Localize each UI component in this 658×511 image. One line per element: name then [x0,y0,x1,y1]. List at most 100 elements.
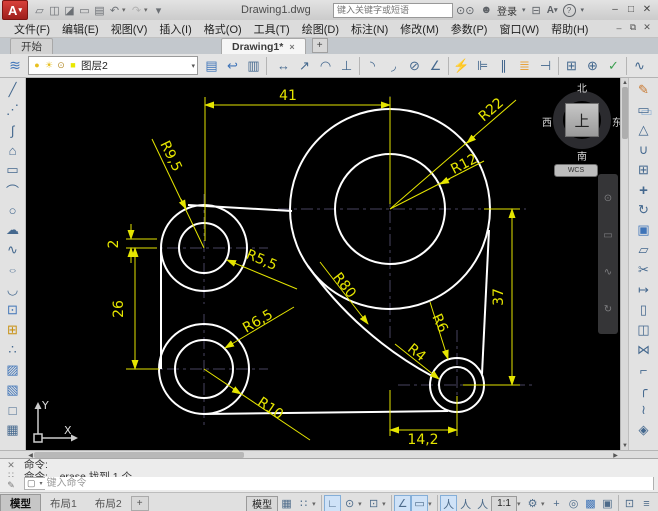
circle-tool[interactable]: ○ [2,200,24,220]
object-snap-toggle[interactable]: ⊡ [365,495,382,511]
quick-dimension-button[interactable]: ⚡ [451,56,472,76]
stretch-tool[interactable]: ▱ [633,240,655,260]
menu-format[interactable]: 格式(O) [198,21,248,37]
gradient-tool[interactable]: ▧ [2,380,24,400]
polar-tracking-toggle[interactable]: ⊙ [341,495,358,511]
sign-in-caret-icon[interactable]: ▾ [519,2,529,18]
annotation-scale-value[interactable]: 1:1 [491,495,517,511]
viewcube-west[interactable]: 西 [540,114,554,129]
layer-properties-button[interactable]: ▤ [201,56,222,76]
model-paper-toggle[interactable]: 模型 [246,495,279,511]
ellipse-arc-tool[interactable]: ◡ [2,280,24,300]
application-menu-button[interactable]: A ▾ [2,0,28,20]
hardware-acceleration-button[interactable]: ▩ [582,495,599,511]
polar-tracking-toggle-caret-icon[interactable]: ▾ [358,494,365,511]
dim-continue-button[interactable]: ∥ [493,56,514,76]
orbit-icon[interactable]: ↻ [598,300,619,320]
dim-inspect-button[interactable]: ✓ [603,56,624,76]
vertical-scrollbar[interactable]: ▲ ▼ [620,78,628,450]
tab-drawing1[interactable]: Drawing1* × [221,38,306,54]
dim-aligned-button[interactable]: ↗ [294,56,315,76]
new-sheet-button[interactable]: ▭ [77,2,92,18]
exchange-apps-icon[interactable]: A ▾ [544,2,561,18]
region-tool[interactable]: □ [2,400,24,420]
new-drawing-tab-button[interactable]: + [311,38,328,53]
erase-tool[interactable]: ✎ [633,80,655,100]
insert-block-tool[interactable]: ⊡ [2,300,24,320]
menu-draw[interactable]: 绘图(D) [296,21,345,37]
grid-display-toggle[interactable]: ▦ [278,495,295,511]
command-input-row[interactable]: ▢ ▾ [24,477,654,490]
command-customize-icon[interactable]: ▢ [25,478,38,489]
chevron-down-icon[interactable]: ▾ [38,480,45,487]
dim-linear-button[interactable]: ↔ [273,56,294,76]
move-tool[interactable]: + [633,180,655,200]
help-caret-icon[interactable]: ▾ [578,2,588,18]
undo-button[interactable]: ↶ [107,2,122,18]
snap-mode-toggle-caret-icon[interactable]: ▾ [312,494,319,511]
qat-customize-button[interactable]: ▾ [151,2,166,18]
ortho-mode-toggle[interactable]: ∟ [324,495,342,511]
search-input[interactable] [333,2,453,18]
isolate-objects-button[interactable]: ◎ [565,495,582,511]
help-icon[interactable]: ? [562,3,576,17]
save-button[interactable]: ◫ [47,2,62,18]
zoom-icon[interactable]: ∿ [598,263,619,283]
vertical-scroll-thumb[interactable] [622,87,628,139]
wcs-button[interactable]: WCS [554,164,598,177]
center-mark-button[interactable]: ⊕ [582,56,603,76]
sign-in-button[interactable]: 登录 [495,3,519,18]
doc-restore-button[interactable]: ⧉ [626,21,640,34]
close-button[interactable]: ✕ [639,2,655,16]
point-tool[interactable]: ∴ [2,340,24,360]
tab-layout2[interactable]: 布局2 [86,495,131,511]
layer-freeze-icon[interactable]: ☀ [43,59,55,73]
arc-tool[interactable]: ⌒ [2,180,24,200]
dim-break-button[interactable]: ⊣ [535,56,556,76]
menu-modify[interactable]: 修改(M) [394,21,445,37]
dim-ordinate-button[interactable]: ⊥ [336,56,357,76]
layer-panel-icon[interactable]: ≋ [2,56,28,76]
dim-angular-button[interactable]: ∠ [425,56,446,76]
tab-model[interactable]: 模型 [0,494,41,511]
layer-lock-icon[interactable]: ⊙ [55,59,67,73]
offset-tool[interactable]: ∪ [633,140,655,160]
dim-baseline-button[interactable]: ⊫ [472,56,493,76]
menu-dimension[interactable]: 标注(N) [345,21,394,37]
copy-tool[interactable]: ▭ [633,100,655,120]
polyline-tool[interactable]: ∫ [2,120,24,140]
command-grip-icon[interactable]: ∷ [8,470,14,480]
search-icon[interactable]: ⊙⊙ [453,2,477,18]
table-tool[interactable]: ▦ [2,420,24,440]
mirror-tool[interactable]: △ [633,120,655,140]
doc-minimize-button[interactable]: – [612,21,626,34]
revision-cloud-tool[interactable]: ☁ [2,220,24,240]
drawing-canvas[interactable]: 41 R22 R12 R9,5 R5,5 2 26 R6,5 R80 R6 R4… [26,78,620,450]
menu-insert[interactable]: 插入(I) [153,21,197,37]
viewcube-east[interactable]: 东 [610,114,620,129]
clean-screen-button[interactable]: ▣ [599,495,616,511]
horizontal-scrollbar[interactable]: ◀ ▶ [0,450,658,459]
join-tool[interactable]: ⋈ [633,340,655,360]
blend-curves-tool[interactable]: ≀ [633,400,655,420]
spline-tool[interactable]: ∿ [2,240,24,260]
viewcube-south[interactable]: 南 [575,148,589,163]
doc-close-button[interactable]: ✕ [640,21,654,34]
dim-radius-button[interactable]: ◝ [362,56,383,76]
tab-start[interactable]: 开始 [10,38,53,54]
dim-jog-line-button[interactable]: ∿ [629,56,650,76]
annotation-scale-button[interactable]: 人 [474,495,491,511]
menu-tools[interactable]: 工具(T) [248,21,296,37]
dim-space-button[interactable]: ≣ [514,56,535,76]
workspace-switching-button[interactable]: ⚙ [524,495,541,511]
part-geometry[interactable] [158,108,491,415]
maximize-button[interactable]: □ [623,2,639,16]
menu-file[interactable]: 文件(F) [8,21,56,37]
object-snap-toggle-caret-icon[interactable]: ▾ [382,494,389,511]
break-tool[interactable]: ◫ [633,320,655,340]
scroll-down-icon[interactable]: ▼ [621,441,629,450]
tab-close-icon[interactable]: × [289,42,294,52]
lineweight-toggle[interactable]: ∠ [394,495,412,511]
layer-on-icon[interactable]: ● [31,58,43,72]
rectangle-tool[interactable]: ▭ [2,160,24,180]
